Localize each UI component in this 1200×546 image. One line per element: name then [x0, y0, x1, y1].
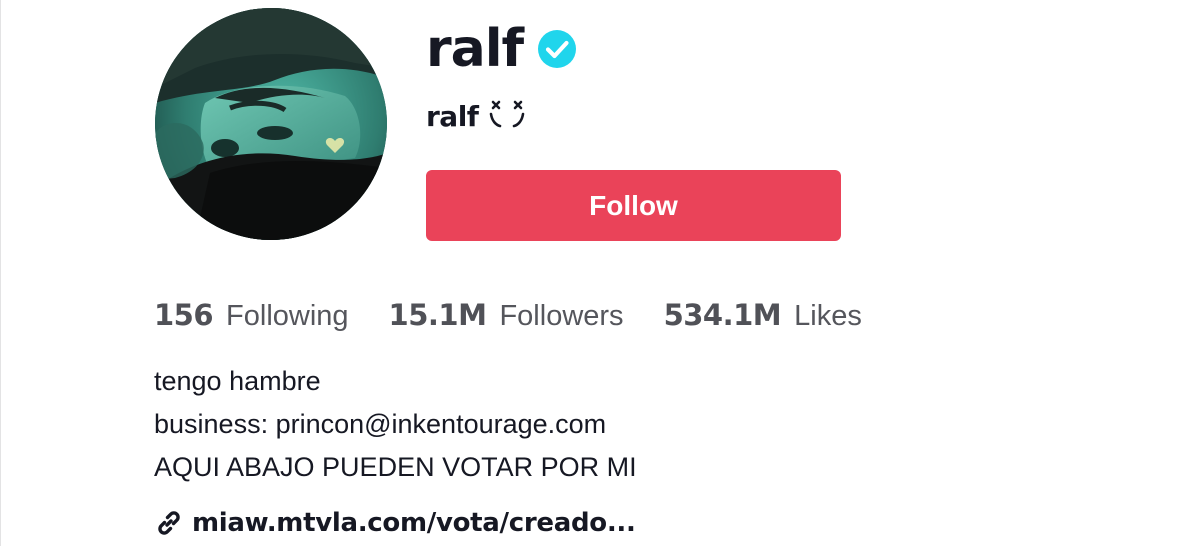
username: ralf: [426, 19, 524, 79]
bio-line: tengo hambre: [154, 366, 321, 396]
follow-button[interactable]: Follow: [426, 170, 841, 241]
likes-count: 534.1M: [663, 297, 782, 332]
stat-following[interactable]: 156 Following: [154, 298, 349, 333]
avatar[interactable]: [155, 8, 387, 240]
nickname: ralf: [426, 99, 479, 133]
link-icon: [154, 508, 184, 538]
username-row: ralf: [426, 14, 577, 84]
bio-link-row[interactable]: miaw.mtvla.com/vota/creado...: [154, 503, 636, 543]
stat-likes: 534.1M Likes: [664, 298, 862, 333]
verified-check-icon: [537, 29, 577, 69]
nickname-row: ralf: [426, 96, 526, 136]
avatar-image: [155, 8, 387, 240]
following-label: Following: [226, 299, 349, 332]
page-left-border: [0, 0, 1, 546]
likes-label: Likes: [794, 299, 862, 332]
kaomoji-face-icon: [490, 100, 525, 127]
bio: tengo hambre business: princon@inkentour…: [154, 360, 637, 489]
bio-link[interactable]: miaw.mtvla.com/vota/creado...: [192, 508, 636, 538]
followers-label: Followers: [499, 299, 624, 332]
bio-line: AQUI ABAJO PUEDEN VOTAR POR MI: [154, 452, 637, 482]
nickname-kaomoji: [488, 99, 526, 134]
followers-count: 15.1M: [388, 297, 487, 332]
following-count: 156: [154, 297, 214, 332]
profile-stats: 156 Following 15.1M Followers 534.1M Lik…: [154, 292, 902, 338]
stat-followers[interactable]: 15.1M Followers: [389, 298, 624, 333]
bio-line: business: princon@inkentourage.com: [154, 409, 607, 439]
